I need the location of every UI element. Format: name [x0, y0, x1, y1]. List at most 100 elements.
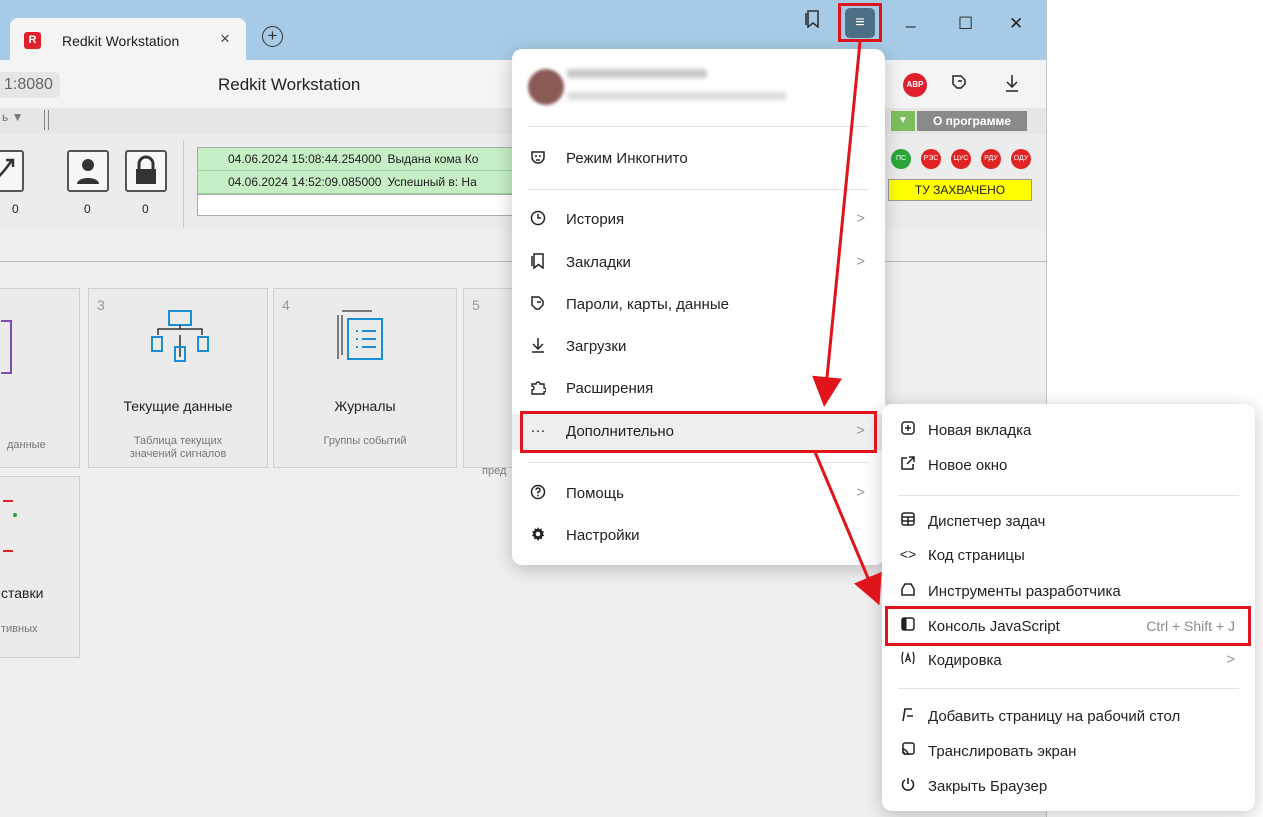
menu-item-downloads[interactable]: Загрузки: [512, 329, 885, 365]
chevron-right-icon: >: [856, 210, 865, 227]
counter-1: 0: [12, 202, 19, 216]
submenu-item-cast[interactable]: Транслировать экран: [882, 735, 1255, 769]
shortcut-label: Ctrl + Shift + J: [1146, 618, 1235, 634]
menu-item-passwords[interactable]: Пароли, карты, данные: [512, 287, 885, 323]
menu-item-label: Расширения: [566, 380, 654, 397]
log-text: Успешный в: На: [387, 175, 477, 189]
incognito-icon: [528, 149, 548, 169]
close-window-button[interactable]: ✕: [1009, 14, 1023, 34]
document-icon: [1, 320, 12, 374]
log-text: Выдана кома Ко: [387, 152, 479, 166]
tile-number: 3: [97, 297, 105, 313]
menu-item-label: История: [566, 211, 625, 228]
chevron-right-icon: >: [856, 484, 865, 501]
log-row[interactable]: 04.06.2024 14:52:09.085000 Успешный в: На: [198, 171, 518, 194]
status-circle-odu: ОДУ: [1011, 149, 1031, 169]
menu-item-label: Режим Инкогнито: [566, 150, 688, 167]
menu-item-help[interactable]: Помощь >: [512, 476, 885, 512]
power-icon: [898, 777, 918, 794]
tile-desc: данные: [7, 439, 46, 451]
page-title: Redkit Workstation: [218, 75, 361, 94]
submenu-item-label: Добавить страницу на рабочий стол: [928, 708, 1181, 725]
log-input-field[interactable]: [197, 194, 519, 216]
tile-name: ставки: [1, 585, 44, 601]
counter-3: 0: [142, 202, 149, 216]
menu-item-label: Дополнительно: [566, 423, 674, 440]
submenu-item-new-window[interactable]: Новое окно: [882, 449, 1255, 483]
submenu-item-close-browser[interactable]: Закрыть Браузер: [882, 770, 1255, 804]
submenu-item-encoding[interactable]: Кодировка >: [882, 644, 1255, 678]
status-circle-rdu: РДУ: [981, 149, 1001, 169]
user-icon[interactable]: [67, 150, 109, 192]
menu-item-incognito[interactable]: Режим Инкогнито: [512, 141, 885, 177]
chart-fragment-icon: [3, 500, 17, 552]
menu-item-extensions[interactable]: Расширения: [512, 371, 885, 407]
tile-deliveries[interactable]: ставки тивных: [0, 476, 80, 658]
avatar[interactable]: [528, 69, 564, 105]
log-row[interactable]: 04.06.2024 15:08:44.254000 Выдана кома Ко: [198, 148, 518, 171]
chevron-right-icon: >: [856, 253, 865, 270]
submenu-item-dev-tools[interactable]: Инструменты разработчика: [882, 575, 1255, 609]
submenu-item-task-manager[interactable]: Диспетчер задач: [882, 505, 1255, 539]
log-time: 04.06.2024 14:52:09.085000: [228, 175, 382, 189]
task-manager-icon: [898, 512, 918, 529]
passwords-icon[interactable]: [950, 74, 968, 97]
menu-item-label: Помощь: [566, 485, 624, 502]
help-icon: [528, 484, 548, 504]
clock-icon: [528, 210, 548, 230]
tile-journals[interactable]: 4 Журналы Группы событий: [273, 288, 457, 468]
about-button[interactable]: О программе: [917, 111, 1027, 131]
bookmarks-icon[interactable]: [805, 10, 821, 33]
status-circle-ps: ПС: [891, 149, 911, 169]
download-icon: [528, 337, 548, 357]
download-icon[interactable]: [1005, 74, 1019, 97]
menu-item-label: Настройки: [566, 527, 640, 544]
toolbar-dropdown-button[interactable]: ▼: [891, 111, 915, 131]
adblock-icon[interactable]: ABP: [903, 73, 927, 97]
lock-icon[interactable]: [125, 150, 167, 192]
menu-item-history[interactable]: История >: [512, 202, 885, 238]
tile-number: 5: [472, 297, 480, 313]
shortcut-icon: [898, 707, 918, 726]
submenu-item-label: Кодировка: [928, 652, 1002, 669]
submenu-item-label: Новая вкладка: [928, 422, 1032, 439]
tile-number: 4: [282, 297, 290, 313]
submenu-item-js-console[interactable]: Консоль JavaScript Ctrl + Shift + J: [882, 610, 1255, 644]
url-field[interactable]: 1:8080: [0, 72, 60, 98]
journal-icon: [337, 310, 383, 360]
key-card-icon: [528, 295, 548, 315]
profile-status-blurred: [567, 92, 787, 100]
maximize-button[interactable]: ☐: [958, 14, 973, 34]
new-tab-button[interactable]: +: [262, 26, 283, 47]
puzzle-icon: [528, 379, 548, 399]
encoding-icon: [898, 651, 918, 668]
tile-name: Текущие данные: [123, 398, 233, 414]
chevron-right-icon: >: [856, 422, 865, 439]
status-circle-res: РЭС: [921, 149, 941, 169]
menu-item-settings[interactable]: Настройки: [512, 518, 885, 554]
submenu-divider: [898, 688, 1239, 689]
tab-redkit[interactable]: R Redkit Workstation ×: [10, 18, 246, 62]
menu-item-bookmarks[interactable]: Закладки >: [512, 245, 885, 281]
submenu-item-label: Новое окно: [928, 457, 1008, 474]
toolbar-select[interactable]: ь ▼: [2, 110, 23, 124]
bookmarks-icon: [528, 253, 548, 273]
browser-main-menu: Режим Инкогнито История > Закладки > Пар…: [512, 49, 885, 565]
submenu-item-add-to-desktop[interactable]: Добавить страницу на рабочий стол: [882, 700, 1255, 734]
tab-title: Redkit Workstation: [62, 33, 180, 49]
submenu-item-page-source[interactable]: <> Код страницы: [882, 539, 1255, 573]
tab-close-icon[interactable]: ×: [220, 29, 230, 49]
submenu-item-new-tab[interactable]: Новая вкладка: [882, 414, 1255, 448]
tile-data[interactable]: данные: [0, 288, 80, 468]
minimize-button[interactable]: _: [906, 9, 915, 29]
status-circle-tsus: ЦУС: [951, 149, 971, 169]
menu-item-label: Закладки: [566, 254, 631, 271]
chart-up-icon[interactable]: [0, 150, 24, 192]
log-time: 04.06.2024 15:08:44.254000: [228, 152, 382, 166]
chevron-right-icon: >: [1226, 651, 1235, 668]
more-dots-icon: ···: [530, 422, 546, 439]
tile-current-data[interactable]: 3 Текущие данные Таблица текущих значени…: [88, 288, 268, 468]
tile-desc: Таблица текущих значений сигналов: [129, 435, 227, 460]
tile-name: Журналы: [334, 398, 396, 414]
menu-item-more[interactable]: ··· Дополнительно >: [512, 414, 885, 450]
